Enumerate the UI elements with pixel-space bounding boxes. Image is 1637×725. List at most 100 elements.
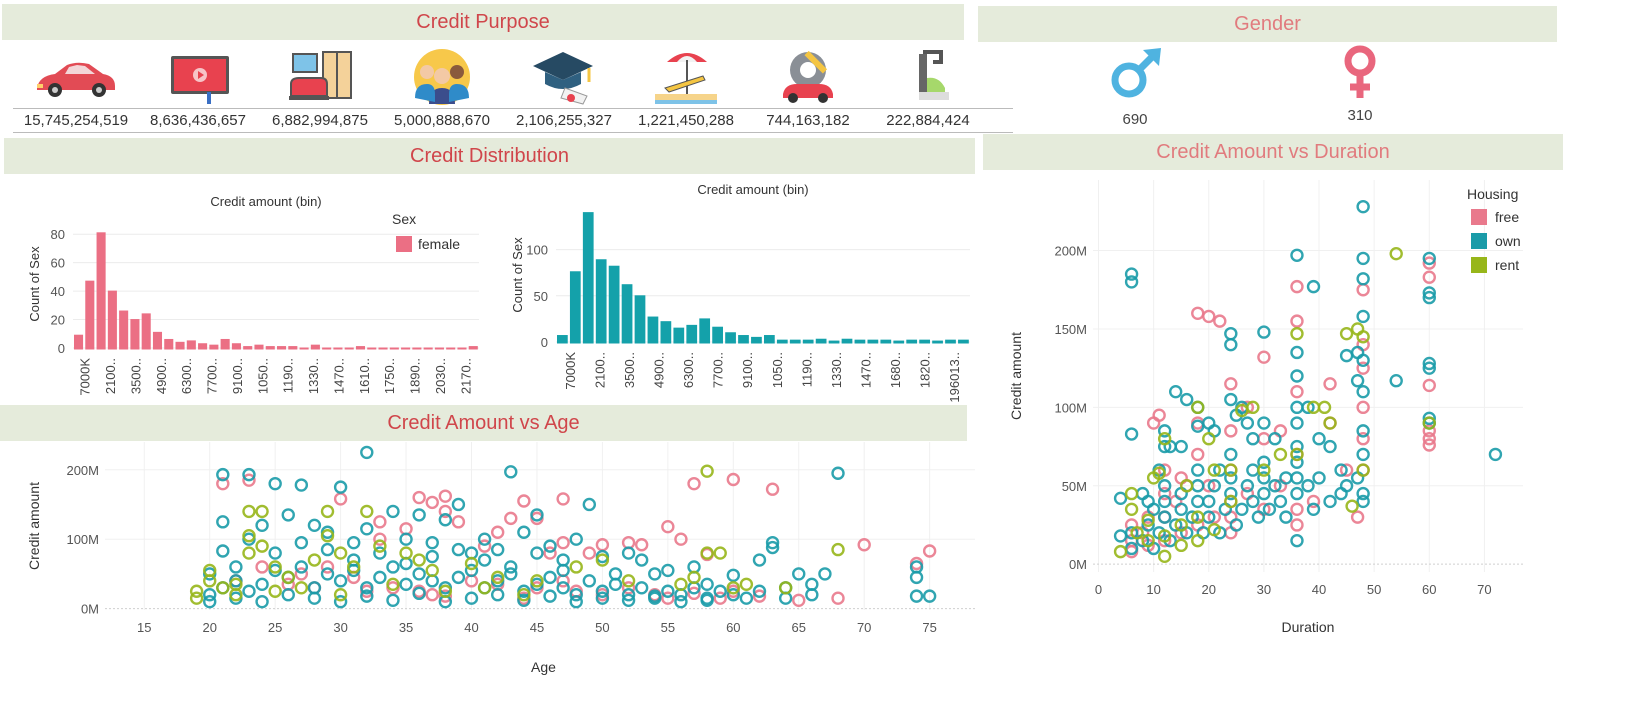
scatter-point-own — [543, 539, 557, 553]
scatter-point-own — [1224, 337, 1238, 352]
scatter-point-own — [1124, 427, 1139, 441]
scatter-point-free — [634, 538, 649, 552]
x-tick-label: 60 — [1422, 582, 1436, 597]
tv-icon — [163, 48, 233, 106]
purpose-value: 8,636,436,657 — [150, 112, 246, 129]
x-tick-label: 70 — [1477, 582, 1491, 597]
purpose-item-appliance[interactable]: 222,884,424 — [865, 48, 991, 134]
scatter-point-own — [1290, 471, 1304, 485]
scatter-point-own — [1235, 502, 1249, 516]
x-tick-label: 1330.. — [829, 352, 844, 388]
scatter-point-own — [1279, 510, 1293, 524]
scatter-point-free — [438, 489, 453, 503]
histogram-bar — [660, 321, 672, 344]
scatter-point-own — [255, 577, 269, 592]
y-tick-label: 0M — [81, 602, 99, 617]
x-tick-label: 1610.. — [357, 358, 372, 394]
x-tick-label: 35 — [399, 620, 413, 635]
scatter-point-rent — [360, 504, 374, 519]
purpose-value: 1,221,450,288 — [638, 112, 734, 129]
scatter-point-own — [412, 567, 426, 581]
scatter-point-own — [1246, 494, 1260, 509]
y-tick-label: 60 — [51, 256, 65, 271]
scatter-point-rent — [1323, 416, 1337, 430]
scatter-point-own — [1290, 486, 1304, 501]
legend-title: Sex — [392, 211, 416, 227]
histogram-bar — [254, 344, 264, 350]
scatter-point-rent — [1191, 533, 1205, 548]
scatter-point-free — [1152, 408, 1166, 422]
histogram-bar — [164, 338, 174, 350]
x-tick-label: 196013.. — [947, 352, 962, 402]
purpose-item-furniture[interactable]: 6,882,994,875 — [257, 48, 383, 134]
purpose-item-education[interactable]: 2,106,255,327 — [501, 48, 627, 134]
scatter-point-rent — [621, 574, 636, 588]
scatter-point-free — [1290, 502, 1304, 516]
scatter-point-own — [1174, 502, 1188, 516]
scatter-point-own — [360, 445, 374, 460]
histogram-bar — [119, 310, 129, 350]
x-tick-label: 1470.. — [331, 358, 346, 394]
gender-item-male[interactable]: 690 — [1100, 46, 1170, 128]
x-tick-label: 40 — [1312, 582, 1326, 597]
purpose-value: 744,163,182 — [766, 112, 850, 129]
scatter-point-rent — [281, 570, 295, 585]
purpose-item-business[interactable]: 5,000,888,670 — [379, 48, 505, 134]
scatter-point-rent — [1224, 463, 1238, 477]
scatter-point-own — [556, 581, 570, 595]
scatter-point-free — [1350, 510, 1365, 524]
scatter-point-free — [1213, 314, 1227, 328]
scatter-point-free — [687, 476, 701, 491]
scatter-point-own — [320, 567, 335, 581]
x-axis-label: Duration — [1282, 619, 1335, 635]
chart-title: Credit amount (bin) — [697, 182, 808, 197]
scatter-point-own — [713, 584, 727, 598]
scatter-point-own — [216, 544, 230, 558]
scatter-point-rent — [242, 546, 256, 560]
y-axis-label: Count of Sex — [510, 237, 525, 313]
female-symbol-icon — [1338, 45, 1382, 104]
scatter-point-free — [1356, 283, 1370, 297]
scatter-point-free — [765, 482, 780, 496]
scatter-point-own — [294, 560, 309, 574]
histogram-bar — [764, 335, 775, 344]
scatter-point-rent — [1124, 486, 1139, 501]
y-tick-label: 0M — [1069, 557, 1087, 572]
histogram-bar — [310, 344, 320, 350]
business-people-icon — [407, 48, 477, 106]
gender-header: Gender — [978, 6, 1557, 42]
histogram-bar — [423, 347, 433, 350]
scatter-point-own — [1290, 369, 1304, 383]
gender-item-female[interactable]: 310 — [1330, 44, 1390, 124]
scatter-point-own — [634, 581, 649, 595]
scatter-point-own — [229, 560, 243, 574]
x-tick-label: 25 — [268, 620, 282, 635]
scatter-point-rent — [477, 581, 492, 595]
scatter-point-own — [242, 584, 256, 598]
x-tick-label: 0 — [1095, 582, 1102, 597]
scatter-point-own — [1251, 510, 1266, 524]
y-tick-label: 80 — [51, 227, 65, 242]
scatter-point-rent — [1345, 499, 1359, 513]
histogram-bar — [344, 347, 354, 350]
purpose-item-tv[interactable]: 8,636,436,657 — [135, 48, 261, 134]
purpose-item-car[interactable]: 15,745,254,519 — [13, 48, 139, 134]
male-symbol-icon — [1105, 48, 1165, 108]
x-tick-label: 4900.. — [652, 352, 667, 388]
histogram-bar — [608, 265, 620, 344]
domestic-appliance-icon — [893, 48, 963, 106]
purpose-item-repairs[interactable]: 744,163,182 — [745, 48, 871, 134]
scatter-point-rent — [713, 546, 727, 560]
scatter-point-own — [648, 567, 662, 581]
scatter-point-rent — [1273, 447, 1288, 462]
x-tick-label: 1190.. — [281, 358, 296, 393]
histogram-bar — [854, 339, 866, 344]
scatter-point-own — [477, 553, 492, 567]
x-tick-label: 75 — [922, 620, 936, 635]
scatter-point-free — [1290, 384, 1304, 399]
scatter-point-rent — [1339, 326, 1354, 341]
histogram-bar — [401, 347, 411, 350]
histogram-bar — [776, 339, 788, 344]
x-tick-label: 3500.. — [128, 358, 143, 394]
purpose-item-vacation[interactable]: 1,221,450,288 — [623, 48, 749, 134]
